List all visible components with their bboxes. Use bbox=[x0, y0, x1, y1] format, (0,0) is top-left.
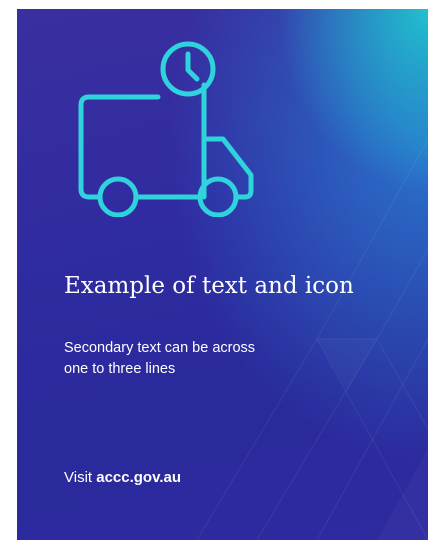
promo-card: Example of text and icon Secondary text … bbox=[17, 9, 428, 540]
visit-prefix: Visit bbox=[64, 469, 97, 486]
visit-line: Visit accc.gov.au bbox=[64, 468, 181, 488]
secondary-text: Secondary text can be across one to thre… bbox=[64, 338, 344, 380]
secondary-text-line: Secondary text can be across bbox=[64, 340, 256, 356]
page: Example of text and icon Secondary text … bbox=[0, 0, 439, 552]
card-title: Example of text and icon bbox=[64, 273, 354, 299]
delivery-truck-clock-icon bbox=[73, 27, 273, 218]
website-link[interactable]: accc.gov.au bbox=[96, 469, 181, 486]
secondary-text-line: one to three lines bbox=[64, 361, 176, 377]
